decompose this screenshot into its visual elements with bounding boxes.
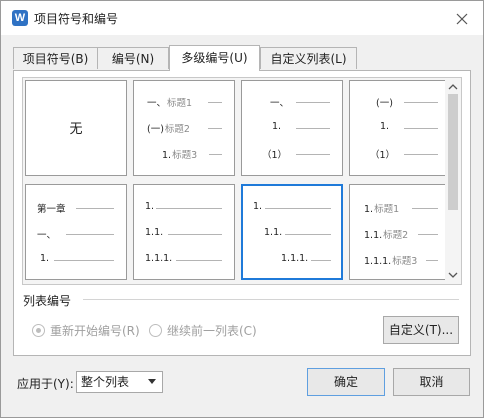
level-1-number: 一、 [270,98,290,109]
chevron-down-icon [148,379,156,384]
scroll-up-icon[interactable] [445,80,461,94]
tab-bullets[interactable]: 项目符号(B) [13,47,98,69]
dialog-title: 项目符号和编号 [34,12,119,26]
level-1-number: 1. [253,201,263,212]
radio-dot [149,324,162,337]
wps-app-icon: W [12,10,28,26]
gallery-scrollbar[interactable] [445,78,461,284]
level-3-title: 标题3 [172,150,198,161]
level-2-number: 1.1. [145,227,164,238]
level-3-number: 1. [40,253,50,264]
section-divider [83,299,459,300]
gallery-item-chapter[interactable]: 第一章 一、 1. [25,184,127,280]
level-2-number: 1. [272,121,282,132]
level-3-number: 1.1.1. [145,253,173,264]
scroll-down-icon[interactable] [445,268,461,282]
level-3-number: （1） [370,150,396,161]
gallery-item-none[interactable]: 无 [25,80,127,176]
numbering-gallery: 无 一、标题1 (一)标题2 1.标题3 一、 1. （1） (一) 1. （1… [22,77,462,285]
level-1-number: 第一章 [37,204,66,215]
tab-multilevel-numbering[interactable]: 多级编号(U) [169,45,260,71]
customize-button[interactable]: 自定义(T)... [383,316,459,344]
gallery-item-decimal-outline[interactable]: 1. 1.1. 1.1.1. [133,184,235,280]
apply-to-label: 应用于(Y): [17,377,74,391]
apply-to-value: 整个列表 [81,375,130,389]
level-3-number: 1.1.1. [281,253,309,264]
continue-previous-label: 继续前一列表(C) [167,324,257,338]
gallery-item-decimal-titled[interactable]: 1.标题1 1.1.标题2 1.1.1.标题3 [349,184,451,280]
cancel-button[interactable]: 取消 [393,368,470,396]
restart-numbering-label: 重新开始编号(R) [50,324,140,338]
tab-numbering[interactable]: 编号(N) [97,47,169,69]
restart-numbering-radio[interactable]: 重新开始编号(R) [32,322,140,339]
ok-button[interactable]: 确定 [307,368,385,396]
level-1-number: 1. [145,201,155,212]
level-2-number: (一) [147,124,164,135]
level-1-title: 标题1 [167,98,193,109]
level-2-title: 标题2 [383,230,409,241]
level-1-number: 一、 [147,98,167,109]
none-label: 无 [69,122,83,137]
gallery-item-paren-chinese[interactable]: (一) 1. （1） [349,80,451,176]
level-2-title: 标题2 [164,124,190,135]
level-1-title: 标题1 [374,204,400,215]
level-3-title: 标题3 [392,256,418,267]
gallery-item-decimal-indented[interactable]: 1. 1.1. 1.1.1. [241,184,343,280]
level-1-number: (一) [376,98,393,109]
level-2-number: 1. [380,121,390,132]
continue-previous-radio[interactable]: 继续前一列表(C) [149,322,257,339]
bullets-and-numbering-dialog: W 项目符号和编号 项目符号(B) 编号(N) 多级编号(U) 自定义列表(L)… [0,0,484,418]
level-2-number: 一、 [37,230,57,241]
level-3-number: 1. [162,150,172,161]
gallery-item-chinese-titled[interactable]: 一、标题1 (一)标题2 1.标题3 [133,80,235,176]
list-numbering-section-label: 列表编号 [23,294,72,308]
level-3-number: 1.1.1. [364,256,392,267]
level-3-number: （1） [262,150,288,161]
gallery-item-chinese-arabic-paren[interactable]: 一、 1. （1） [241,80,343,176]
tab-custom-list[interactable]: 自定义列表(L) [260,47,357,69]
close-icon[interactable] [456,13,468,25]
apply-to-select[interactable]: 整个列表 [76,371,163,393]
radio-dot [32,324,45,337]
title-bar: W 项目符号和编号 [1,1,483,35]
scrollbar-thumb[interactable] [448,94,458,210]
level-2-number: 1.1. [264,227,283,238]
level-1-number: 1. [364,204,374,215]
level-2-number: 1.1. [364,230,383,241]
